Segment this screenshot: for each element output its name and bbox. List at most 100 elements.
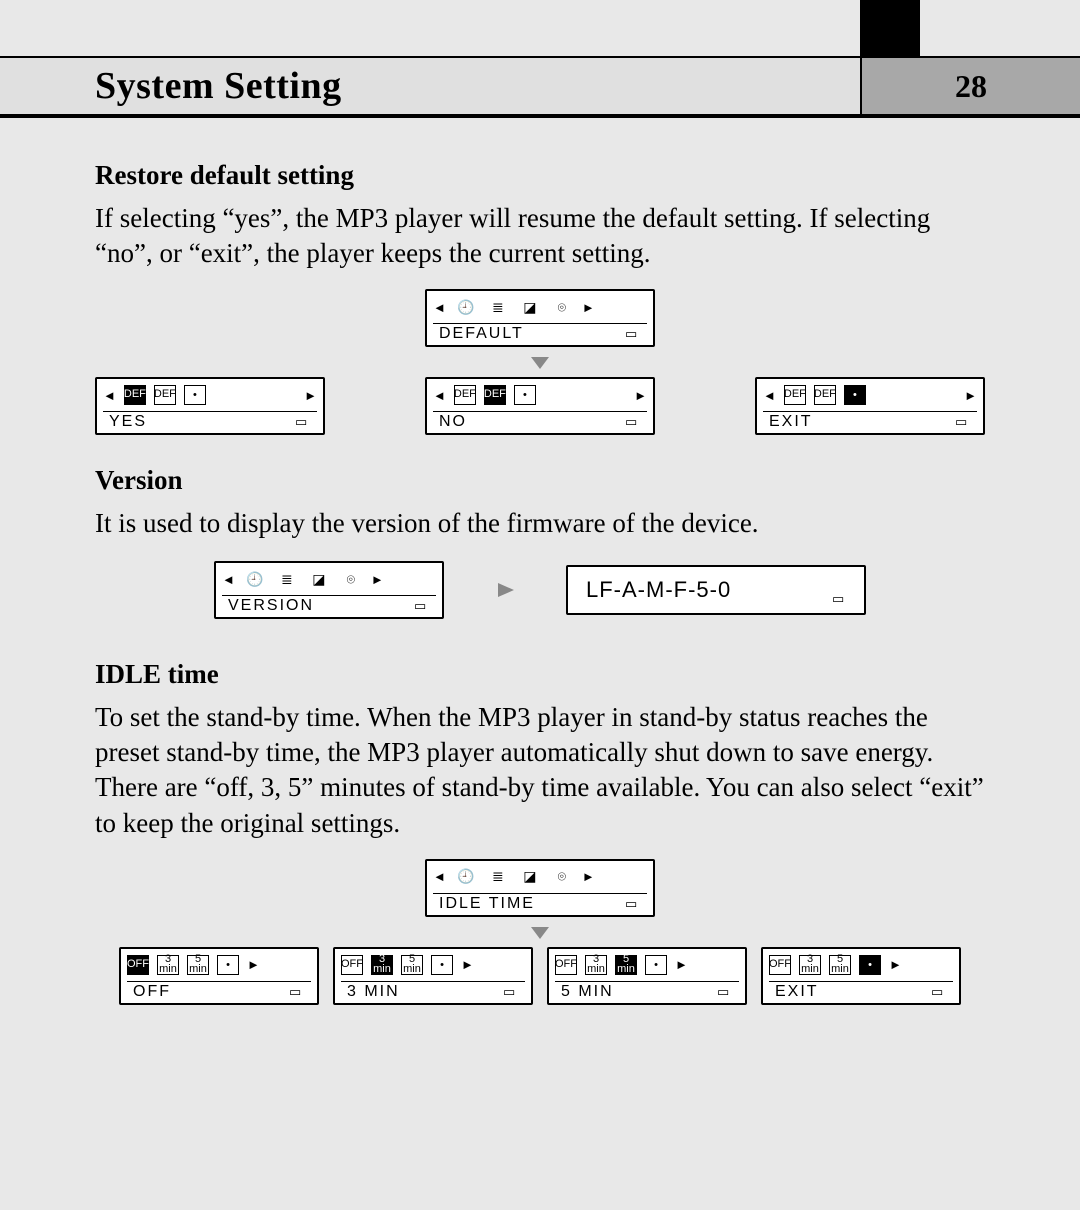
arrow-down-icon [529, 923, 551, 941]
three-min-icon: 3 min [371, 955, 393, 975]
page-number: 28 [955, 68, 987, 105]
five-min-icon: 5 min [187, 955, 209, 975]
list-icon: ≣ [486, 866, 510, 888]
lcd-menu-idle: ◄ 🕘 ≣ ◪ ⌾ ► IDLE TIME ▭ [425, 859, 655, 917]
battery-icon: ▭ [625, 896, 647, 912]
section-heading-restore: Restore default setting [95, 160, 985, 191]
lcd-menu-version: ◄ 🕘 ≣ ◪ ⌾ ► VERSION ▭ [214, 561, 444, 619]
clock-icon: 🕘 [243, 568, 267, 590]
lcd-label: VERSION [222, 597, 314, 615]
lcd-options-row-restore: ◄ DEF DEF • ► YES ▭ ◄ DEF DEF • [95, 377, 985, 435]
header-title-area: System Setting [0, 58, 860, 114]
lcd-label: EXIT [769, 983, 819, 1001]
lcd-label: 5 MIN [555, 983, 614, 1001]
lcd-icon-row: ◄ 🕘 ≣ ◪ ⌾ ► [433, 294, 647, 320]
disk-icon: ◪ [518, 866, 542, 888]
lcd-option-exit: OFF 3 min 5 min • ► EXIT ▭ [761, 947, 961, 1005]
chip-icon: ⌾ [550, 296, 574, 318]
battery-icon: ▭ [295, 414, 317, 430]
def-no-icon: DEF [814, 385, 836, 405]
exit-box-icon: • [514, 385, 536, 405]
lcd-option-3min: OFF 3 min 5 min • ► 3 MIN ▭ [333, 947, 533, 1005]
nav-left-icon: ◄ [433, 389, 446, 402]
battery-icon: ▭ [832, 591, 854, 607]
nav-right-icon: ► [889, 958, 902, 971]
lcd-label: DEFAULT [433, 325, 524, 343]
lcd-label: NO [433, 413, 467, 431]
battery-icon: ▭ [625, 414, 647, 430]
section-body-version: It is used to display the version of the… [95, 506, 985, 541]
lcd-label: OFF [127, 983, 171, 1001]
exit-box-icon: • [431, 955, 453, 975]
nav-left-icon: ◄ [433, 870, 446, 883]
nav-right-icon: ► [304, 389, 317, 402]
lcd-options-row-idle: OFF 3 min 5 min • ► OFF ▭ OFF 3 min 5 mi… [95, 947, 985, 1005]
nav-right-icon: ► [371, 573, 384, 586]
lcd-flow-version: ◄ 🕘 ≣ ◪ ⌾ ► VERSION ▭ LF-A-M-F-5-0 ▭ [95, 561, 985, 619]
lcd-label: 3 MIN [341, 983, 400, 1001]
section-body-restore: If selecting “yes”, the MP3 player will … [95, 201, 985, 271]
exit-box-icon: • [645, 955, 667, 975]
nav-left-icon: ◄ [433, 301, 446, 314]
exit-box-icon: • [184, 385, 206, 405]
chip-icon: ⌾ [550, 866, 574, 888]
battery-icon: ▭ [931, 984, 953, 1000]
page-header: System Setting 28 [0, 56, 1080, 118]
disk-icon: ◪ [518, 296, 542, 318]
five-min-icon: 5 min [829, 955, 851, 975]
lcd-menu-default: ◄ 🕘 ≣ ◪ ⌾ ► DEFAULT ▭ [425, 289, 655, 347]
disk-icon: ◪ [307, 568, 331, 590]
battery-icon: ▭ [625, 326, 647, 342]
off-icon: OFF [555, 955, 577, 975]
five-min-icon: 5 min [615, 955, 637, 975]
nav-right-icon: ► [582, 870, 595, 883]
battery-icon: ▭ [503, 984, 525, 1000]
exit-box-icon: • [844, 385, 866, 405]
three-min-icon: 3 min [157, 955, 179, 975]
def-yes-icon: DEF [454, 385, 476, 405]
page-content: Restore default setting If selecting “ye… [95, 140, 985, 1035]
exit-box-icon: • [859, 955, 881, 975]
battery-icon: ▭ [955, 414, 977, 430]
nav-left-icon: ◄ [103, 389, 116, 402]
nav-right-icon: ► [964, 389, 977, 402]
nav-left-icon: ◄ [763, 389, 776, 402]
arrow-down-icon [529, 353, 551, 371]
five-min-icon: 5 min [401, 955, 423, 975]
lcd-label: IDLE TIME [433, 895, 535, 913]
lcd-label: EXIT [763, 413, 813, 431]
battery-icon: ▭ [717, 984, 739, 1000]
def-yes-icon: DEF [124, 385, 146, 405]
off-icon: OFF [127, 955, 149, 975]
lcd-option-exit: ◄ DEF DEF • ► EXIT ▭ [755, 377, 985, 435]
page-title: System Setting [95, 64, 342, 108]
clock-icon: 🕘 [454, 866, 478, 888]
section-heading-version: Version [95, 465, 985, 496]
chip-icon: ⌾ [339, 568, 363, 590]
firmware-version: LF-A-M-F-5-0 [586, 577, 846, 603]
nav-right-icon: ► [247, 958, 260, 971]
exit-box-icon: • [217, 955, 239, 975]
nav-right-icon: ► [634, 389, 647, 402]
def-no-icon: DEF [154, 385, 176, 405]
def-yes-icon: DEF [784, 385, 806, 405]
thumb-tab-decor [860, 0, 920, 56]
clock-icon: 🕘 [454, 296, 478, 318]
off-icon: OFF [769, 955, 791, 975]
nav-right-icon: ► [461, 958, 474, 971]
list-icon: ≣ [486, 296, 510, 318]
three-min-icon: 3 min [799, 955, 821, 975]
lcd-flow-restore: ◄ 🕘 ≣ ◪ ⌾ ► DEFAULT ▭ ◄ DEF DEF • [95, 289, 985, 435]
battery-icon: ▭ [414, 598, 436, 614]
list-icon: ≣ [275, 568, 299, 590]
section-body-idle: To set the stand-by time. When the MP3 p… [95, 700, 985, 840]
lcd-option-no: ◄ DEF DEF • ► NO ▭ [425, 377, 655, 435]
lcd-option-5min: OFF 3 min 5 min • ► 5 MIN ▭ [547, 947, 747, 1005]
arrow-right-icon [494, 581, 516, 599]
lcd-option-off: OFF 3 min 5 min • ► OFF ▭ [119, 947, 319, 1005]
three-min-icon: 3 min [585, 955, 607, 975]
lcd-flow-idle: ◄ 🕘 ≣ ◪ ⌾ ► IDLE TIME ▭ OFF 3 min 5 min [95, 859, 985, 1005]
page-number-box: 28 [860, 58, 1080, 114]
lcd-label: YES [103, 413, 147, 431]
def-no-icon: DEF [484, 385, 506, 405]
